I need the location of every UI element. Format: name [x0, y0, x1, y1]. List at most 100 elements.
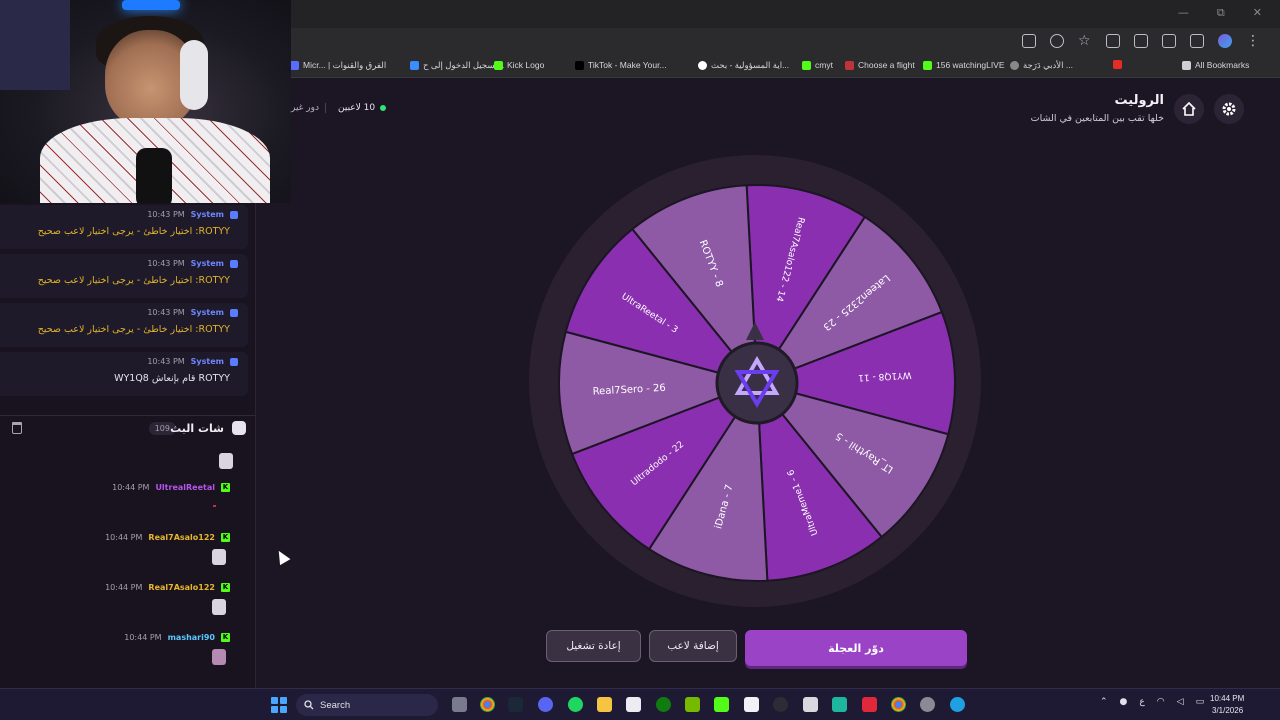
edge-icon[interactable]	[950, 697, 965, 712]
emote-icon	[212, 549, 226, 565]
chat-message: 10:44 PM Real7Asalo122 K	[0, 533, 248, 573]
chat-title: شات البث	[170, 422, 224, 435]
system-message: 10:43 PM System ROTYY: اختيار خاطئ - يرجى…	[0, 303, 248, 347]
system-message: 10:43 PM System ROTYY: اختيار خاطئ - يرجى…	[0, 205, 248, 249]
players-count: 10 لاعبين	[338, 103, 387, 113]
add-player-button[interactable]: إضافة لاعب	[649, 630, 737, 662]
bookmark-star-icon[interactable]: ☆	[1078, 34, 1092, 48]
chat-bubble-icon	[232, 421, 246, 435]
steam-icon[interactable]	[508, 697, 523, 712]
spin-wheel-button[interactable]: دوّر العجلة	[745, 630, 967, 666]
wifi-icon[interactable]: ◠	[1157, 697, 1165, 707]
bookmark-item[interactable]: cmyt	[802, 60, 833, 70]
bookmark-item[interactable]: Kick Logo	[494, 60, 544, 70]
emote-icon	[212, 599, 226, 615]
media-icon[interactable]	[1106, 34, 1120, 48]
reading-list-icon[interactable]	[1190, 34, 1204, 48]
bookmark-item[interactable]: تسجيل الدخول إلى ح...	[410, 60, 504, 71]
taskbar-search[interactable]: Search	[296, 694, 438, 716]
kick-icon	[494, 60, 503, 70]
nvidia-icon[interactable]	[685, 697, 700, 712]
system-message: 10:43 PM System ROTYY قام بإنعاش WY1Q8	[0, 352, 248, 396]
camera-app-icon[interactable]	[452, 697, 467, 712]
translate-icon[interactable]	[1022, 34, 1036, 48]
app-icon[interactable]	[773, 697, 788, 712]
webcam-overlay	[0, 0, 291, 203]
document-icon[interactable]	[744, 697, 759, 712]
microphone-icon[interactable]: ●	[1120, 697, 1128, 707]
battery-app-icon[interactable]	[803, 697, 818, 712]
bookmark-favicon-icon	[290, 61, 299, 70]
page-title: الروليت	[1114, 93, 1164, 108]
roulette-wheel[interactable]: Real7Asalo122 - 14 Lateen2325 - 23WY1Q8 -…	[520, 148, 990, 618]
chat-message: 10:44 PM UltrealReetal K	[0, 483, 248, 523]
profile-avatar[interactable]	[1218, 34, 1232, 48]
language-indicator[interactable]: ع	[1139, 697, 1144, 707]
chat-panel: 10:43 PM System ROTYY: اختيار خاطئ - يرجى…	[0, 203, 256, 688]
system-tray: ⌃ ● ع ◠ ◁ ▭	[1100, 697, 1204, 707]
flight-icon	[845, 60, 854, 70]
bookmark-item[interactable]: TikTok - Make Your...	[575, 60, 667, 70]
online-dot-icon	[380, 105, 387, 111]
kick-icon	[923, 60, 932, 70]
app-icon[interactable]	[832, 697, 847, 712]
discord-icon[interactable]	[538, 697, 553, 712]
settings-app-icon[interactable]	[920, 697, 935, 712]
browser-toolbar: ☆ ⋮	[290, 28, 1280, 56]
kick-icon	[802, 60, 811, 70]
zoom-icon[interactable]	[1050, 34, 1064, 48]
chat-header: 109 شات البث	[0, 415, 256, 441]
kick-badge-icon: K	[221, 633, 230, 642]
all-bookmarks[interactable]: All Bookmarks	[1182, 60, 1249, 70]
chat-message: 10:44 PM Real7Asalo122 K	[0, 583, 248, 623]
spotify-icon[interactable]	[568, 697, 583, 712]
close-button[interactable]: ✕	[1253, 6, 1262, 20]
minimize-button[interactable]: —	[1178, 6, 1189, 20]
restore-button[interactable]: ⧉	[1217, 6, 1225, 20]
bookmark-item[interactable]: Micr... | الفرق والقنوات	[290, 60, 386, 71]
file-explorer-icon[interactable]	[597, 697, 612, 712]
reset-button[interactable]: إعادة تشغيل	[546, 630, 641, 662]
clock-date[interactable]: 3/1/2026	[1212, 706, 1243, 715]
store-icon[interactable]	[626, 697, 641, 712]
kick-badge-icon: K	[221, 583, 230, 592]
windows-start-icon[interactable]	[271, 697, 287, 713]
bookmark-item[interactable]: اية المسؤولية - بحث...	[698, 60, 789, 71]
chevron-up-icon[interactable]: ⌃	[1100, 697, 1108, 707]
kick-badge-icon: K	[221, 483, 230, 492]
battery-icon[interactable]: ▭	[1196, 697, 1205, 707]
system-badge-icon	[230, 308, 238, 317]
mouse-cursor-icon	[273, 547, 291, 566]
tiktok-icon	[575, 60, 584, 70]
system-badge-icon	[230, 357, 238, 366]
download-icon[interactable]	[1162, 34, 1176, 48]
emote-icon	[219, 453, 233, 469]
app-icon[interactable]	[862, 697, 877, 712]
taskbar: Search ⌃ ● ع ◠ ◁ ▭ 10:44 PM 3/1/2026	[0, 688, 1280, 720]
home-button[interactable]	[1174, 94, 1204, 124]
turn-label: دور غير	[291, 103, 326, 113]
system-message: 10:43 PM System ROTYY: اختيار خاطئ - يرجى…	[0, 254, 248, 298]
clock-time[interactable]: 10:44 PM	[1210, 694, 1244, 703]
youtube-icon	[1113, 60, 1122, 69]
system-badge-icon	[230, 259, 238, 268]
bookmark-item[interactable]: Choose a flight	[845, 60, 915, 70]
kick-app-icon[interactable]	[714, 697, 729, 712]
extensions-icon[interactable]	[1134, 34, 1148, 48]
youtube-bookmark[interactable]	[1113, 60, 1122, 69]
wheel-hub[interactable]	[715, 341, 799, 425]
volume-icon[interactable]: ◁	[1177, 697, 1184, 707]
bookmark-item[interactable]: الأدبي دَرَجة ...	[1010, 60, 1073, 71]
chrome-icon[interactable]	[480, 697, 495, 712]
system-message-text: ROTYY قام بإنعاش WY1Q8	[114, 373, 230, 384]
system-message-text: ROTYY: اختيار خاطئ - يرجى اختيار لاعب صح…	[37, 226, 230, 237]
trash-icon[interactable]	[12, 422, 22, 434]
xbox-icon[interactable]	[656, 697, 671, 712]
bookmark-item[interactable]: 156 watchingLIVE	[923, 60, 1005, 70]
menu-kebab-icon[interactable]: ⋮	[1246, 34, 1260, 48]
bookmark-favicon-icon	[1010, 61, 1019, 70]
settings-button[interactable]	[1214, 94, 1244, 124]
window-controls: — ⧉ ✕	[1178, 6, 1262, 20]
system-badge-icon	[230, 210, 238, 219]
chrome-active-icon[interactable]	[891, 697, 906, 712]
